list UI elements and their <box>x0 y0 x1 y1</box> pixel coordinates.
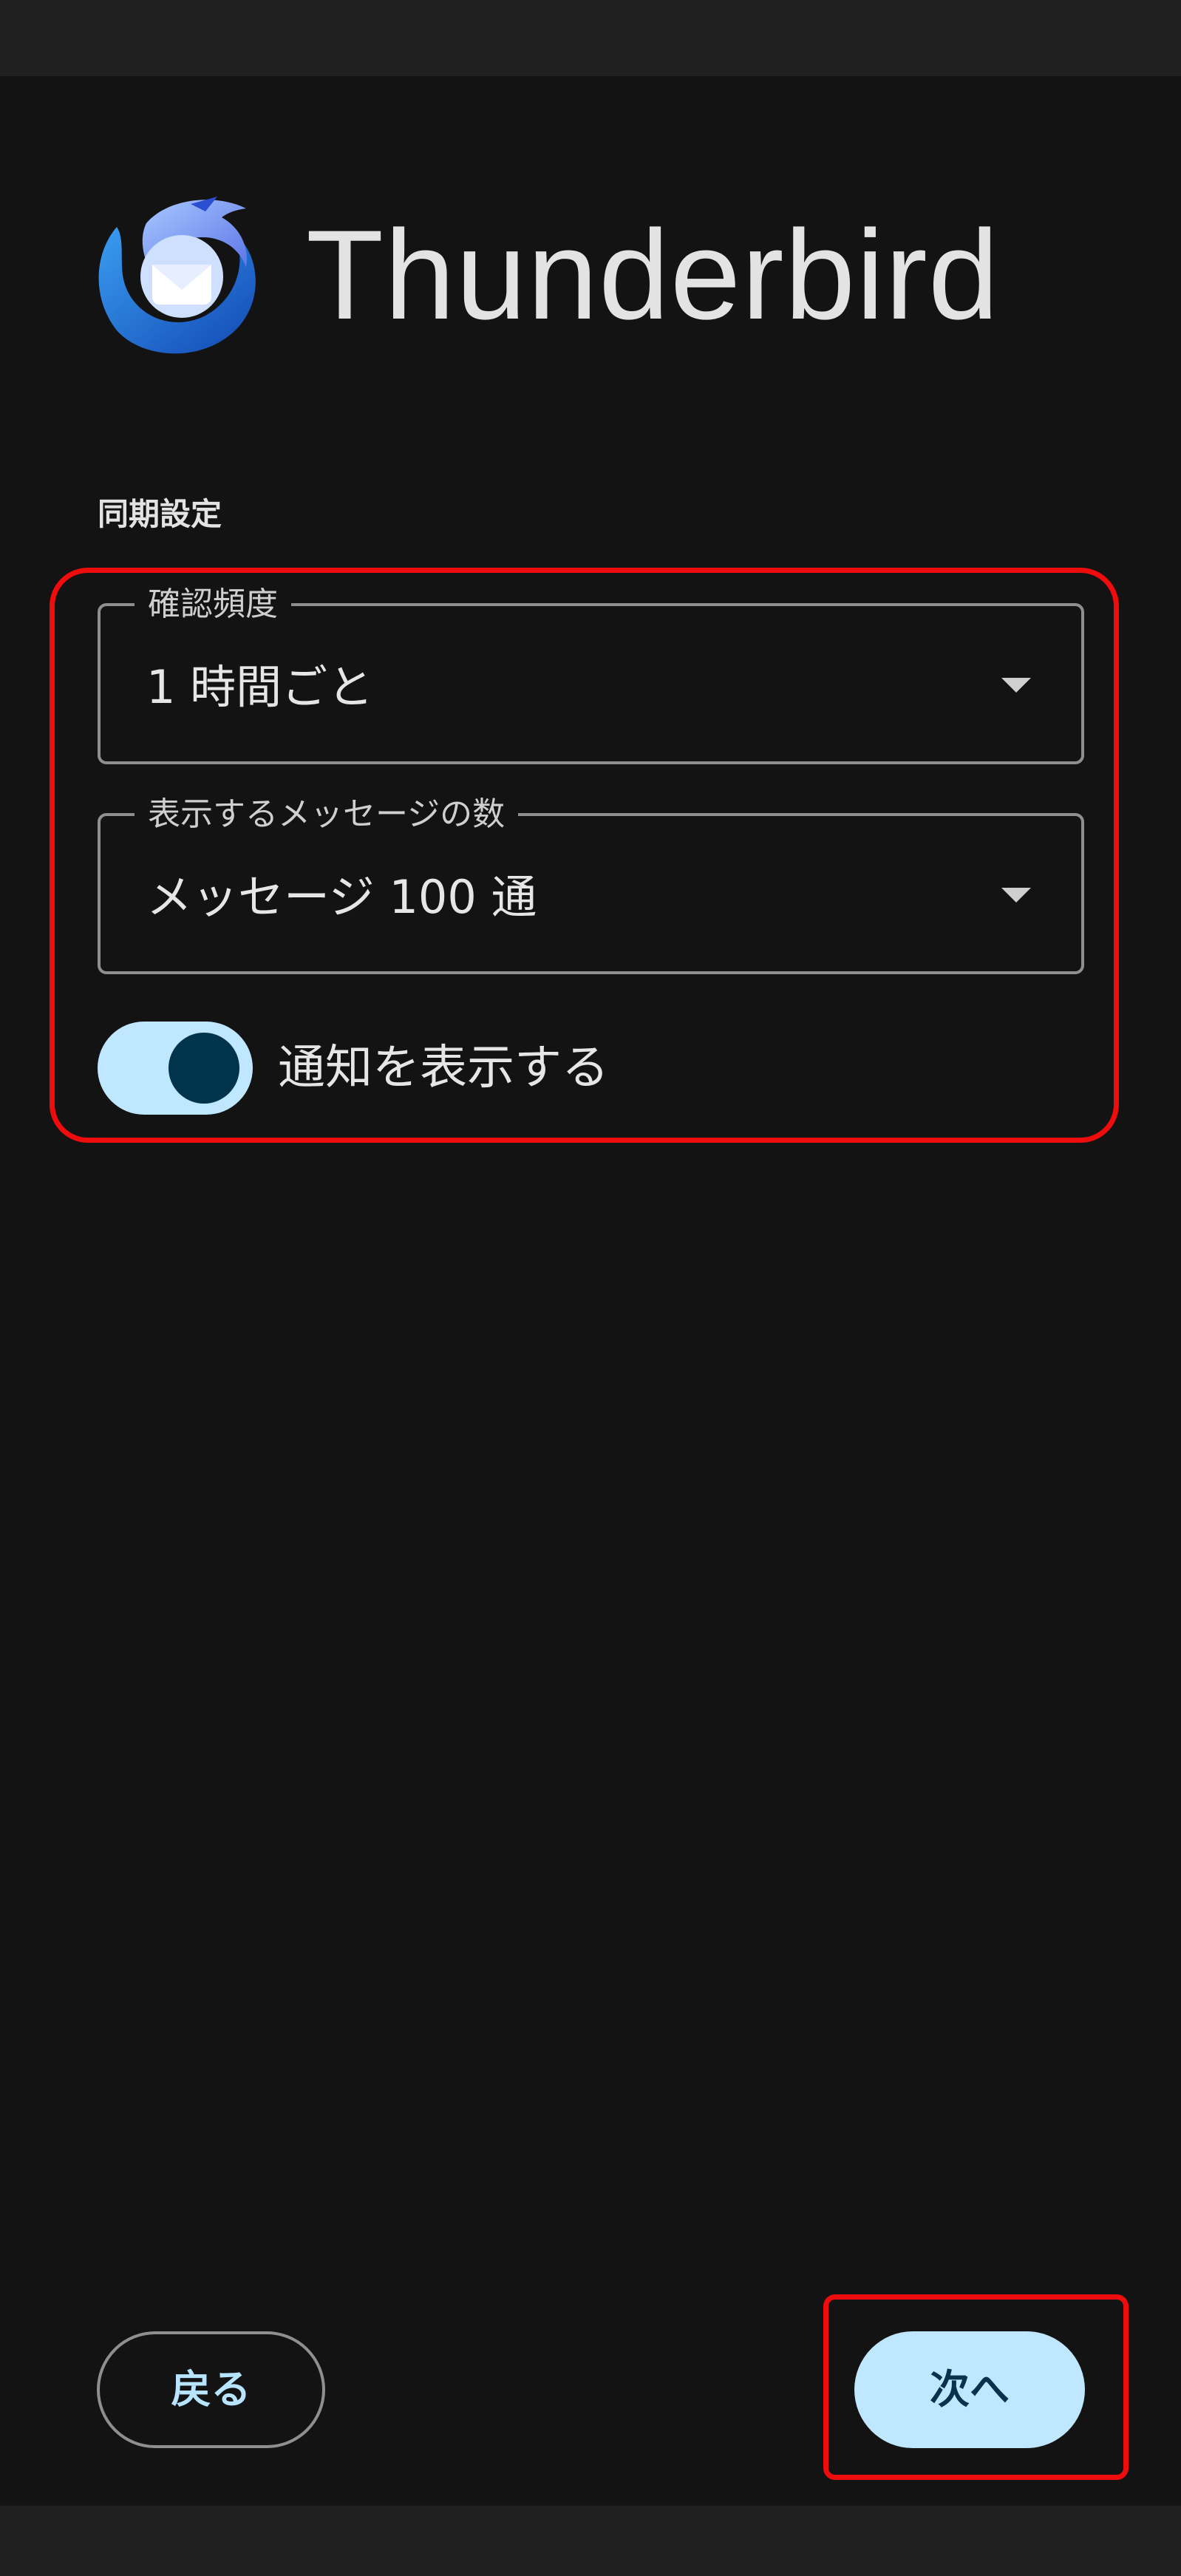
notifications-toggle[interactable] <box>98 1022 253 1115</box>
thunderbird-logo-icon <box>98 197 256 354</box>
notifications-label: 通知を表示する <box>278 1041 609 1095</box>
next-button[interactable]: 次へ <box>854 2331 1085 2448</box>
status-bar <box>0 0 1181 76</box>
app-name: Thunderbird <box>306 204 1000 346</box>
back-button[interactable]: 戻る <box>97 2331 325 2448</box>
check-frequency-dropdown[interactable]: 確認頻度 1 時間ごと <box>98 584 1084 764</box>
message-count-label: 表示するメッセージの数 <box>135 794 519 835</box>
notifications-toggle-row[interactable]: 通知を表示する <box>98 1022 1058 1115</box>
check-frequency-label: 確認頻度 <box>135 584 291 625</box>
toggle-thumb <box>169 1033 239 1104</box>
message-count-value: メッセージ 100 通 <box>146 870 537 924</box>
message-count-dropdown[interactable]: 表示するメッセージの数 メッセージ 100 通 <box>98 794 1084 974</box>
navigation-bar <box>0 2506 1181 2576</box>
section-title: 同期設定 <box>98 496 222 532</box>
dropdown-arrow-icon <box>1001 888 1031 903</box>
dropdown-arrow-icon <box>1001 678 1031 693</box>
check-frequency-value: 1 時間ごと <box>146 660 374 714</box>
